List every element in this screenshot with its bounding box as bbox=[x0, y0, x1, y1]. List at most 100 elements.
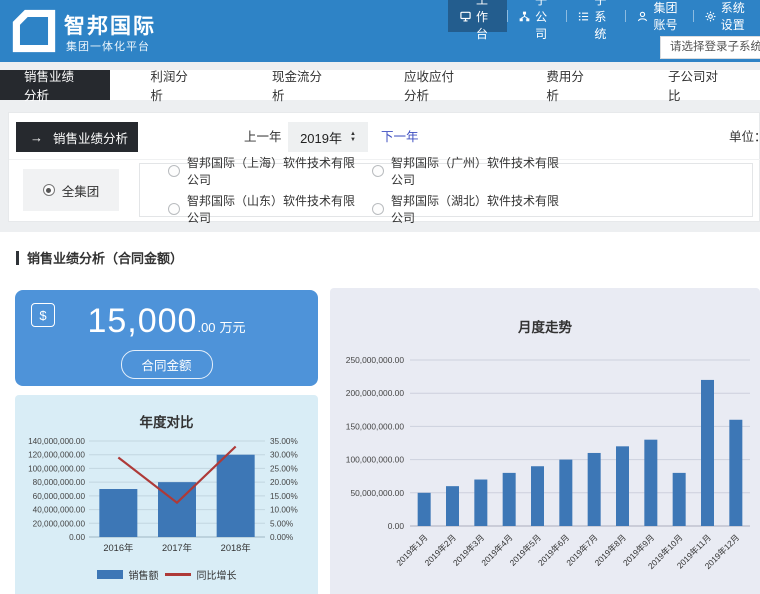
module-button-label: 销售业绩分析 bbox=[53, 128, 128, 147]
tab[interactable]: 子公司对比 bbox=[628, 70, 760, 100]
svg-text:120,000,000.00: 120,000,000.00 bbox=[28, 451, 85, 460]
year-chart-title: 年度对比 bbox=[15, 411, 318, 431]
svg-text:80,000,000.00: 80,000,000.00 bbox=[33, 478, 86, 487]
tab[interactable]: 利润分析 bbox=[110, 70, 232, 100]
month-bar bbox=[474, 480, 487, 526]
workbench-icon bbox=[460, 11, 471, 22]
topnav-item-label: 工作台 bbox=[476, 0, 495, 42]
year-compare-chart: 0.000.00%20,000,000.005.00%40,000,000.00… bbox=[17, 433, 316, 571]
topnav-item[interactable]: 系统设置 bbox=[693, 0, 760, 32]
svg-text:20,000,000.00: 20,000,000.00 bbox=[33, 519, 86, 528]
radio-icon[interactable] bbox=[372, 203, 384, 215]
radio-company[interactable]: 智邦国际（上海）软件技术有限公司 bbox=[168, 154, 364, 188]
account-icon bbox=[637, 11, 648, 22]
topnav-item-label: 子公司 bbox=[535, 0, 554, 42]
month-bar bbox=[701, 380, 714, 526]
radio-company[interactable]: 智邦国际（广州）软件技术有限公司 bbox=[372, 154, 568, 188]
month-bar bbox=[503, 473, 516, 526]
brand-name: 智邦国际 bbox=[64, 10, 156, 40]
topnav-item-label: 子系统 bbox=[594, 0, 613, 42]
main-panel: 销售业绩分析（合同金额） $ 15,000.00万元 合同金额 年度对比 0.0… bbox=[0, 232, 760, 594]
svg-text:200,000,000.00: 200,000,000.00 bbox=[346, 388, 405, 398]
tab[interactable]: 费用分析 bbox=[506, 70, 628, 100]
monthly-trend-chart-card: 月度走势 0.0050,000,000.00100,000,000.00150,… bbox=[330, 288, 760, 594]
svg-text:140,000,000.00: 140,000,000.00 bbox=[28, 437, 85, 446]
svg-text:50,000,000.00: 50,000,000.00 bbox=[350, 488, 404, 498]
kpi-unit: 万元 bbox=[220, 320, 246, 335]
topnav-item[interactable]: 工作台 bbox=[448, 0, 507, 32]
year-bar bbox=[217, 455, 255, 537]
radio-company[interactable]: 智邦国际（山东）软件技术有限公司 bbox=[168, 192, 364, 226]
month-bar bbox=[644, 440, 657, 526]
month-bar bbox=[531, 466, 544, 526]
group-analytics-dashboard: 智邦国际 集团一体化平台 工作台子公司子系统集团账号系统设置 请选择登录子系统 … bbox=[0, 0, 760, 594]
monthly-trend-chart: 0.0050,000,000.00100,000,000.00150,000,0… bbox=[330, 338, 760, 594]
year-select[interactable]: 2019年 ▲▼ bbox=[288, 122, 368, 152]
settings-icon bbox=[705, 11, 716, 22]
section-title: 销售业绩分析（合同金额） bbox=[16, 248, 183, 267]
radio-icon[interactable] bbox=[372, 165, 384, 177]
svg-text:60,000,000.00: 60,000,000.00 bbox=[33, 492, 86, 501]
svg-text:5.00%: 5.00% bbox=[270, 519, 293, 528]
svg-text:100,000,000.00: 100,000,000.00 bbox=[346, 455, 405, 465]
radio-company-label: 智邦国际（湖北）软件技术有限公司 bbox=[391, 192, 568, 226]
month-bar bbox=[418, 493, 431, 526]
radio-company-label: 智邦国际（山东）软件技术有限公司 bbox=[187, 192, 364, 226]
topnav-item[interactable]: 子公司 bbox=[507, 0, 566, 32]
prev-year-link[interactable]: 上一年 bbox=[244, 122, 282, 152]
tab[interactable]: 销售业绩分析 bbox=[0, 70, 110, 100]
svg-text:2017年: 2017年 bbox=[162, 542, 192, 553]
svg-text:100,000,000.00: 100,000,000.00 bbox=[28, 464, 85, 473]
contract-amount-kpi-card: $ 15,000.00万元 合同金额 bbox=[15, 290, 318, 386]
select-login-subsystem-button[interactable]: 请选择登录子系统 bbox=[660, 36, 760, 59]
radio-company[interactable]: 智邦国际（湖北）软件技术有限公司 bbox=[372, 192, 568, 226]
tab[interactable]: 现金流分析 bbox=[232, 70, 364, 100]
svg-text:250,000,000.00: 250,000,000.00 bbox=[346, 355, 405, 365]
brand-subtitle: 集团一体化平台 bbox=[66, 38, 150, 54]
unit-label: 单位： bbox=[729, 122, 760, 152]
year-select-value: 2019年 bbox=[300, 128, 342, 147]
svg-text:30.00%: 30.00% bbox=[270, 451, 298, 460]
topnav-item[interactable]: 子系统 bbox=[566, 0, 625, 32]
svg-text:40,000,000.00: 40,000,000.00 bbox=[33, 506, 86, 515]
radio-icon[interactable] bbox=[43, 184, 55, 196]
legend-bar-label: 销售额 bbox=[129, 567, 159, 582]
tab[interactable]: 应收应付分析 bbox=[364, 70, 506, 100]
month-chart-title: 月度走势 bbox=[330, 316, 760, 336]
svg-text:2018年: 2018年 bbox=[221, 542, 251, 553]
kpi-amount: 15,000.00 万元 bbox=[15, 302, 318, 341]
topnav-item[interactable]: 集团账号 bbox=[625, 0, 692, 32]
svg-text:25.00%: 25.00% bbox=[270, 464, 298, 473]
month-bar bbox=[559, 460, 572, 526]
arrow-right-icon: → bbox=[30, 130, 43, 145]
title-bar-decoration bbox=[16, 251, 19, 265]
month-bar bbox=[588, 453, 601, 526]
svg-text:0.00%: 0.00% bbox=[270, 533, 293, 542]
subsidiary-icon bbox=[519, 11, 530, 22]
kpi-amount-main: 15,000 bbox=[87, 302, 197, 340]
radio-icon[interactable] bbox=[168, 203, 180, 215]
svg-text:10.00%: 10.00% bbox=[270, 506, 298, 515]
svg-text:20.00%: 20.00% bbox=[270, 478, 298, 487]
year-compare-chart-card: 年度对比 0.000.00%20,000,000.005.00%40,000,0… bbox=[15, 395, 318, 594]
kpi-amount-decimals: .00 bbox=[197, 320, 215, 335]
legend-line-label: 同比增长 bbox=[197, 567, 237, 582]
month-bar bbox=[729, 420, 742, 526]
brand-logo-icon bbox=[12, 9, 56, 53]
top-navigation: 工作台子公司子系统集团账号系统设置 bbox=[448, 0, 760, 32]
month-bar bbox=[446, 486, 459, 526]
svg-text:0.00: 0.00 bbox=[388, 521, 405, 531]
subsystem-icon bbox=[578, 11, 589, 22]
svg-text:35.00%: 35.00% bbox=[270, 437, 298, 446]
contract-amount-button[interactable]: 合同金额 bbox=[120, 350, 212, 379]
radio-whole-group[interactable]: 全集团 bbox=[23, 169, 119, 211]
legend-bar-swatch bbox=[97, 570, 123, 579]
radio-company-label: 智邦国际（上海）软件技术有限公司 bbox=[187, 154, 364, 188]
module-button[interactable]: → 销售业绩分析 bbox=[16, 122, 138, 152]
legend-line-swatch bbox=[165, 573, 191, 576]
spinner-arrows-icon[interactable]: ▲▼ bbox=[350, 131, 356, 143]
year-bar bbox=[99, 489, 137, 537]
filter-panel: → 销售业绩分析 上一年 2019年 ▲▼ 下一年 单位： 全集团 智邦国际（上… bbox=[8, 112, 760, 222]
next-year-link[interactable]: 下一年 bbox=[381, 122, 419, 152]
radio-icon[interactable] bbox=[168, 165, 180, 177]
